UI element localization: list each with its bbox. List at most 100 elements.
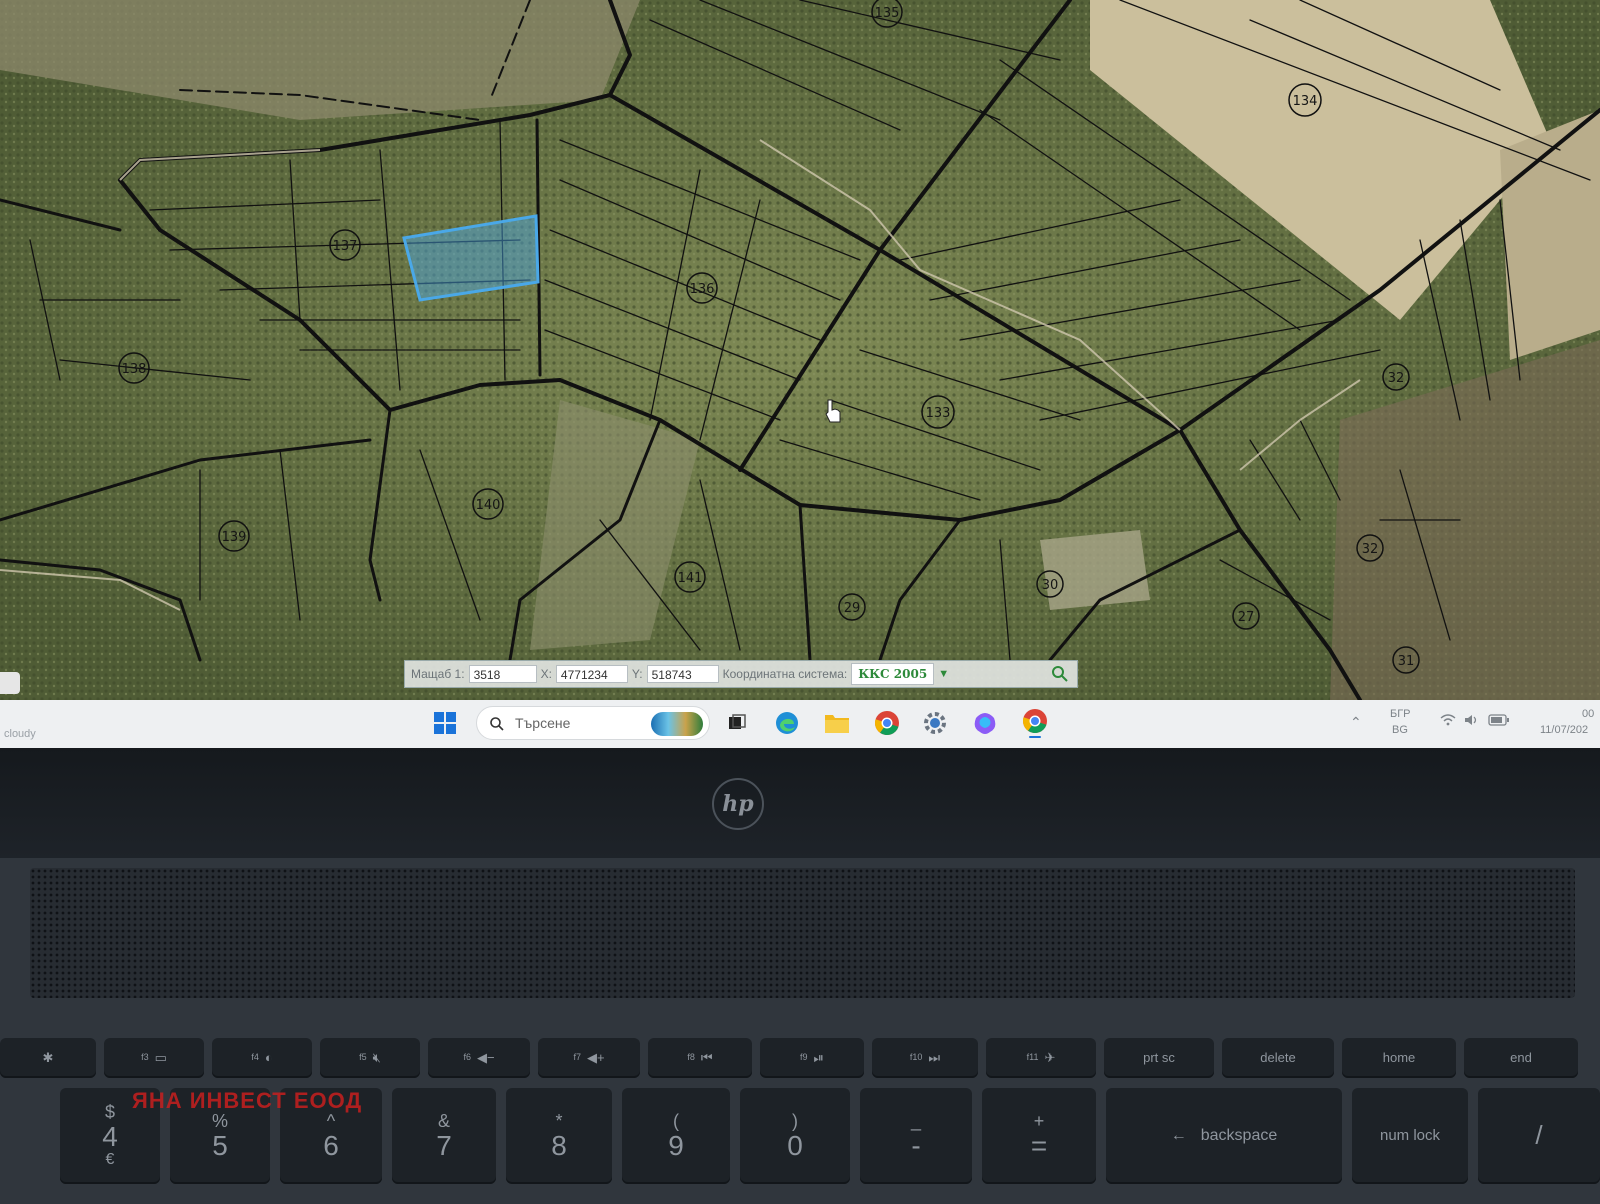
chevron-down-icon[interactable]: ▼ bbox=[938, 668, 949, 680]
edge-icon[interactable] bbox=[772, 708, 802, 738]
key-home[interactable]: home bbox=[1342, 1038, 1456, 1078]
chrome-active-icon[interactable] bbox=[1020, 708, 1050, 738]
key-f4[interactable]: f4 ◐ bbox=[212, 1038, 312, 1078]
key-8[interactable]: * 8 bbox=[506, 1088, 612, 1184]
scale-input[interactable]: 3518 bbox=[468, 665, 537, 683]
weather-widget[interactable]: cloudy bbox=[4, 728, 36, 740]
svg-text:137: 137 bbox=[333, 239, 358, 254]
key-6-main: 6 bbox=[323, 1129, 339, 1161]
svg-text:136: 136 bbox=[690, 282, 715, 297]
svg-text:140: 140 bbox=[476, 498, 501, 513]
key-end[interactable]: end bbox=[1464, 1038, 1578, 1078]
key-9-main: 9 bbox=[668, 1129, 684, 1161]
key-equals-main: = bbox=[1030, 1129, 1048, 1161]
key-f6-label: f6 bbox=[463, 1052, 471, 1063]
copilot-icon[interactable] bbox=[970, 708, 1000, 738]
key-0[interactable]: ) 0 bbox=[740, 1088, 850, 1184]
key-7-shift: & bbox=[437, 1110, 450, 1131]
key-f9[interactable]: f9 ⏯ bbox=[760, 1038, 864, 1078]
cadastral-map[interactable]: 135 134 137 136 138 133 139 140 141 32 3… bbox=[0, 0, 1600, 700]
windows-start-icon[interactable] bbox=[430, 708, 460, 738]
backspace-arrow-icon: ← bbox=[1170, 1126, 1187, 1144]
key-7[interactable]: & 7 bbox=[392, 1088, 496, 1184]
file-explorer-icon[interactable] bbox=[822, 708, 852, 738]
system-tray: ⌃ БГР BG 00 11/07/202 bbox=[1336, 700, 1600, 748]
search-highlight-image bbox=[651, 712, 703, 736]
chrome-icon[interactable] bbox=[872, 708, 902, 738]
svg-text:31: 31 bbox=[1398, 654, 1415, 669]
x-coordinate-field[interactable]: 4771234 bbox=[555, 665, 628, 683]
wifi-icon[interactable] bbox=[1440, 714, 1456, 729]
key-backspace[interactable]: ← backspace bbox=[1106, 1088, 1342, 1184]
scale-label: Мащаб 1: bbox=[411, 667, 465, 681]
svg-text:134: 134 bbox=[1293, 94, 1318, 109]
key-f2[interactable]: ✱ bbox=[0, 1038, 96, 1078]
svg-text:32: 32 bbox=[1388, 371, 1405, 386]
key-f11[interactable]: f11 ✈ bbox=[986, 1038, 1096, 1078]
speaker-grille bbox=[30, 868, 1575, 998]
key-numpad-divide[interactable]: / bbox=[1478, 1088, 1600, 1184]
key-prtsc[interactable]: prt sc bbox=[1104, 1038, 1214, 1078]
side-panel-tab[interactable] bbox=[0, 672, 20, 694]
svg-text:135: 135 bbox=[875, 6, 900, 21]
key-f5[interactable]: f5 🔇︎ bbox=[320, 1038, 420, 1078]
key-equals[interactable]: + = bbox=[982, 1088, 1096, 1184]
laptop-bezel bbox=[0, 748, 1600, 858]
key-prtsc-label: prt sc bbox=[1143, 1050, 1175, 1066]
key-4-shift: $ bbox=[104, 1102, 115, 1123]
key-9[interactable]: ( 9 bbox=[622, 1088, 730, 1184]
scale-coordinate-bar: Мащаб 1: 3518 X: 4771234 Y: 518743 Коорд… bbox=[404, 660, 1078, 688]
search-icon[interactable] bbox=[1049, 663, 1071, 685]
key-f8-label: f8 bbox=[687, 1052, 695, 1063]
key-f11-label: f11 bbox=[1026, 1052, 1039, 1063]
svg-text:138: 138 bbox=[122, 362, 147, 377]
svg-text:139: 139 bbox=[222, 530, 247, 545]
svg-text:141: 141 bbox=[678, 571, 703, 586]
key-0-shift: ) bbox=[792, 1110, 798, 1131]
key-8-shift: * bbox=[555, 1110, 563, 1131]
key-5-main: 5 bbox=[212, 1129, 228, 1161]
key-home-label: home bbox=[1382, 1050, 1416, 1066]
taskbar-search[interactable]: Търсене bbox=[476, 706, 710, 740]
language-region[interactable]: BG bbox=[1392, 724, 1408, 736]
key-6-shift: ^ bbox=[326, 1110, 336, 1131]
clock-time[interactable]: 00 bbox=[1582, 708, 1594, 720]
key-minus-shift: _ bbox=[910, 1110, 921, 1131]
key-5-shift: % bbox=[211, 1110, 228, 1131]
key-delete-label: delete bbox=[1260, 1050, 1296, 1066]
key-end-label: end bbox=[1510, 1050, 1532, 1066]
battery-icon[interactable] bbox=[1488, 714, 1510, 729]
key-f10-label: f10 bbox=[909, 1052, 923, 1063]
clock-date[interactable]: 11/07/202 bbox=[1540, 724, 1588, 736]
key-0-main: 0 bbox=[787, 1129, 803, 1161]
key-f10[interactable]: f10 ⏭ bbox=[872, 1038, 978, 1078]
map-viewport[interactable]: 135 134 137 136 138 133 139 140 141 32 3… bbox=[0, 0, 1600, 700]
language-code[interactable]: БГР bbox=[1390, 708, 1411, 720]
crs-select[interactable]: ККС 2005 bbox=[851, 663, 935, 685]
key-numlock[interactable]: num lock bbox=[1352, 1088, 1468, 1184]
svg-text:32: 32 bbox=[1362, 542, 1379, 557]
key-numlock-label: num lock bbox=[1379, 1127, 1441, 1145]
svg-text:133: 133 bbox=[926, 406, 951, 421]
svg-text:30: 30 bbox=[1042, 578, 1059, 593]
key-f8[interactable]: f8 ⏮ bbox=[648, 1038, 752, 1078]
key-minus[interactable]: _ - bbox=[860, 1088, 972, 1184]
chevron-up-icon[interactable]: ⌃ bbox=[1350, 714, 1362, 731]
key-delete[interactable]: delete bbox=[1222, 1038, 1334, 1078]
search-placeholder: Търсене bbox=[515, 715, 571, 731]
y-coordinate-field[interactable]: 518743 bbox=[646, 665, 719, 683]
watermark-text: ЯНА ИНВЕСТ ЕООД bbox=[132, 1088, 363, 1113]
settings-icon[interactable] bbox=[920, 708, 950, 738]
volume-icon[interactable] bbox=[1464, 714, 1480, 729]
key-8-main: 8 bbox=[551, 1129, 567, 1161]
key-7-main: 7 bbox=[436, 1129, 452, 1161]
key-4-alt: € bbox=[105, 1150, 115, 1168]
y-coordinate-label: Y: bbox=[631, 667, 643, 681]
hp-logo: hp bbox=[712, 778, 764, 830]
key-f3[interactable]: f3 ▭ bbox=[104, 1038, 204, 1078]
task-view-icon[interactable] bbox=[722, 708, 752, 738]
key-equals-shift: + bbox=[1033, 1110, 1045, 1131]
key-f7[interactable]: f7 ◀+ bbox=[538, 1038, 640, 1078]
search-icon bbox=[490, 717, 504, 731]
key-f6[interactable]: f6 ◀− bbox=[428, 1038, 530, 1078]
